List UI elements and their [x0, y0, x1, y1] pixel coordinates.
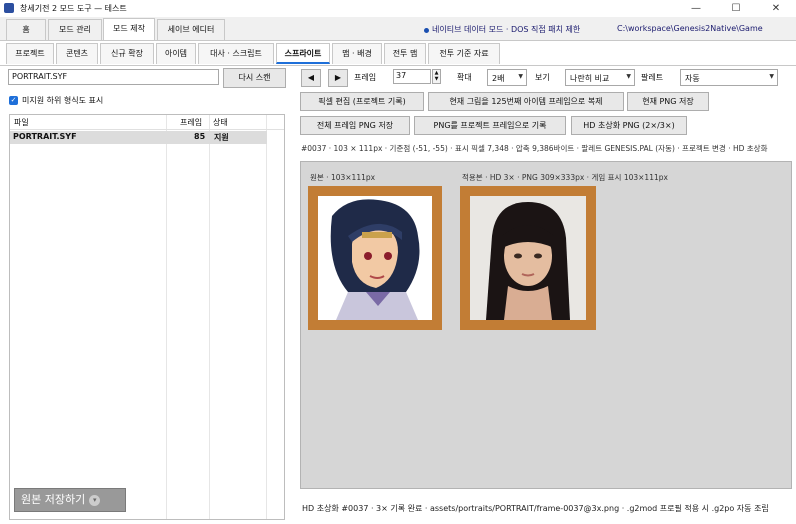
column-header-file[interactable]: 파일 [14, 117, 29, 128]
applied-portrait-image [470, 196, 586, 320]
workspace-path: C:\workspace\Genesis2Native\Game [617, 24, 763, 33]
original-portrait-image [318, 196, 432, 320]
sub-tab-map-background[interactable]: 맵 · 배경 [332, 43, 382, 64]
frame-count-cell: 85 [194, 132, 206, 141]
close-button[interactable]: ✕ [756, 0, 796, 17]
next-frame-button[interactable]: ▶ [328, 69, 348, 87]
file-name-input[interactable]: PORTRAIT.SYF [8, 69, 219, 85]
chevron-down-icon: ▼ [626, 73, 631, 80]
maximize-button[interactable]: ☐ [716, 0, 756, 17]
chevron-down-icon[interactable]: ▾ [89, 494, 101, 506]
frame-number-input[interactable]: 37 [393, 69, 431, 84]
prev-frame-button[interactable]: ◀ [301, 69, 321, 87]
palette-label: 팔레트 [641, 73, 664, 82]
title-bar: 창세기전 2 모드 도구 — 테스트 — ☐ ✕ [0, 0, 796, 17]
save-all-frames-png-button[interactable]: 전체 프레임 PNG 저장 [300, 116, 410, 135]
column-divider [166, 115, 167, 519]
applied-caption: 적용본 · HD 3× · PNG 309×333px · 게임 표시 103×… [462, 173, 668, 182]
column-header-frames[interactable]: 프레임 [180, 117, 202, 128]
main-tab-mod-manage[interactable]: 모드 관리 [48, 19, 102, 40]
frame-label: 프레임 [354, 73, 377, 82]
sub-tab-content[interactable]: 콘텐츠 [56, 43, 98, 64]
main-tab-home[interactable]: 홈 [6, 19, 46, 40]
minimize-button[interactable]: — [676, 0, 716, 17]
save-original-button[interactable]: 원본 저장하기 ▾ [14, 488, 126, 512]
frame-stepper[interactable]: ▲ ▼ [432, 69, 441, 84]
original-caption: 원본 · 103×111px [310, 173, 376, 182]
table-row[interactable]: PORTRAIT.SYF 85 지원 [10, 131, 267, 144]
show-subformats-checkbox[interactable]: ✓ [9, 96, 18, 105]
sub-tab-divider [0, 65, 796, 66]
palette-value: 자동 [685, 74, 700, 83]
applied-portrait [460, 186, 596, 330]
sub-tab-items[interactable]: 아이템 [156, 43, 196, 64]
copy-to-frame-125-button[interactable]: 현재 그림을 125번째 아이템 프레임으로 복제 [428, 92, 624, 111]
view-mode-value: 나란히 비교 [570, 74, 610, 83]
save-original-label: 원본 저장하기 [21, 493, 86, 506]
sub-tab-battle-reference[interactable]: 전투 기준 자료 [428, 43, 500, 64]
sub-tab-new-expansion[interactable]: 신규 확장 [100, 43, 154, 64]
column-divider [266, 115, 267, 519]
zoom-value: 2배 [492, 74, 505, 83]
main-tab-mod-make[interactable]: 모드 제작 [103, 18, 155, 40]
sub-tab-sprites[interactable]: 스프라이트 [276, 43, 330, 64]
view-label: 보기 [535, 73, 550, 82]
app-icon [4, 3, 14, 13]
native-mode-note: 네이티브 데이터 모드 · DOS 직접 패치 제한 [432, 25, 581, 34]
zoom-select[interactable]: 2배 ▼ [487, 69, 527, 86]
pixel-edit-button[interactable]: 픽셀 편집 (프로젝트 기록) [300, 92, 424, 111]
save-current-png-button[interactable]: 현재 PNG 저장 [627, 92, 709, 111]
hd-portrait-png-button[interactable]: HD 초상화 PNG (2×/3×) [571, 116, 687, 135]
chevron-down-icon: ▼ [518, 73, 523, 80]
zoom-label: 확대 [457, 73, 472, 82]
status-cell: 지원 [214, 133, 229, 142]
sub-tab-project[interactable]: 프로젝트 [6, 43, 54, 64]
header-divider [10, 129, 284, 130]
sub-tab-battle-map[interactable]: 전투 맵 [384, 43, 426, 64]
sub-tab-dialogue-script[interactable]: 대사 · 스크립트 [198, 43, 274, 64]
column-divider [209, 115, 210, 519]
info-dot-icon [424, 28, 429, 33]
file-name-cell: PORTRAIT.SYF [13, 132, 77, 141]
file-list[interactable]: 파일 프레임 상태 [9, 114, 285, 520]
record-png-as-frame-button[interactable]: PNG를 프로젝트 프레임으로 기록 [414, 116, 566, 135]
frame-info-line: #0037 · 103 × 111px · 기준점 (-51, -55) · 표… [301, 144, 768, 153]
view-mode-select[interactable]: 나란히 비교 ▼ [565, 69, 635, 86]
show-subformats-label: 미지원 하위 형식도 표시 [22, 96, 104, 105]
rescan-button[interactable]: 다시 스캔 [223, 68, 286, 88]
original-portrait [308, 186, 442, 330]
chevron-down-icon: ▼ [769, 73, 774, 80]
column-header-status[interactable]: 상태 [213, 117, 228, 128]
main-tab-save-editor[interactable]: 세이브 에디터 [157, 19, 225, 40]
status-bar-text: HD 초상화 #0037 · 3× 기록 완료 · assets/portrai… [302, 504, 769, 513]
palette-select[interactable]: 자동 ▼ [680, 69, 778, 86]
window-title: 창세기전 2 모드 도구 — 테스트 [20, 4, 127, 13]
